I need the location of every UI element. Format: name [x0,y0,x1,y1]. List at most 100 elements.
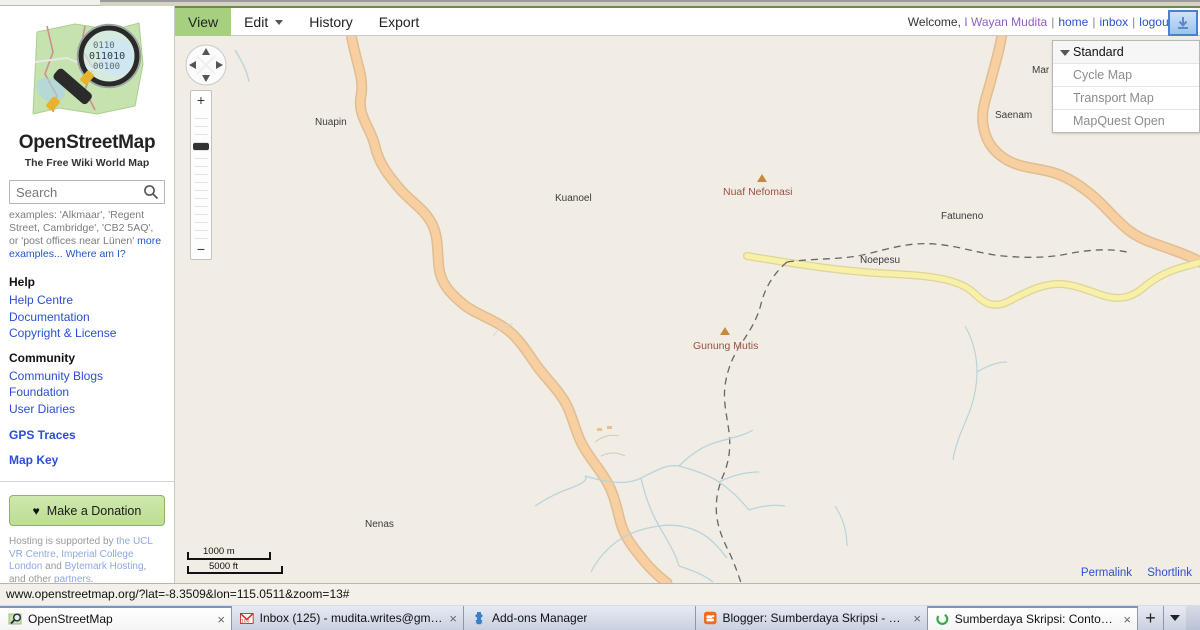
tab-export-label: Export [378,14,420,30]
download-arrow-icon[interactable] [1168,10,1198,36]
map-label-nenas: Nenas [365,519,394,530]
sidebar-nav: Help Help Centre Documentation Copyright… [0,275,174,468]
openstreetmap-magnifier-logo: 0110 011010 00100 [32,22,144,115]
peak-label-nuaf-nefomasi: Nuaf Nefomasi [723,186,793,198]
chrome-seam [100,0,1200,2]
layer-label-mapquest-open: MapQuest Open [1073,114,1165,128]
close-icon[interactable]: × [913,611,921,626]
browser-tab-openstreetmap[interactable]: OpenStreetMap × [0,606,232,630]
tab-history[interactable]: History [296,8,366,36]
zoom-tick [194,223,208,231]
tab-export[interactable]: Export [366,8,432,36]
browser-tab-sumberdaya-skripsi[interactable]: Sumberdaya Skripsi: Contoh peta × [928,606,1138,630]
tab-edit[interactable]: Edit [231,8,296,36]
welcome-text: Welcome, [907,15,961,29]
sidebar-link-documentation[interactable]: Documentation [9,309,165,326]
layer-item-mapquest-open[interactable]: MapQuest Open [1053,110,1199,132]
close-icon[interactable]: × [449,611,457,626]
zoom-slider-handle[interactable] [193,143,209,150]
browser-tab-inbox[interactable]: 100 Inbox (125) - mudita.writes@gmail.c.… [232,606,464,630]
layer-item-standard[interactable]: Standard [1053,41,1199,64]
search-input[interactable] [10,181,164,203]
donate-label: Make a Donation [46,503,142,518]
gmail-favicon: 100 [240,612,254,624]
layer-switcher[interactable]: Standard Cycle Map Transport Map MapQues… [1052,40,1200,133]
layer-label-transport-map: Transport Map [1073,91,1154,105]
main-tabs: View Edit History Export [175,8,432,36]
browser-tab-label: Inbox (125) - mudita.writes@gmail.c... [259,611,444,625]
sidebar-link-foundation[interactable]: Foundation [9,384,165,401]
browser-tab-addons-manager[interactable]: Add-ons Manager [464,606,696,630]
nav-heading-community: Community [9,350,75,365]
shortlink-link[interactable]: Shortlink [1147,567,1192,579]
browser-tab-blogger[interactable]: Blogger: Sumberdaya Skripsi - Edit p... … [696,606,928,630]
browser-tab-bar: OpenStreetMap × 100 Inbox (125) - mudita… [0,605,1200,630]
svg-text:00100: 00100 [93,62,120,72]
hosting-link-bytemark[interactable]: Bytemark Hosting [65,561,144,572]
browser-tab-label: OpenStreetMap [28,612,113,626]
tab-view-label: View [188,14,219,30]
close-icon[interactable]: × [217,612,225,627]
tab-edit-label: Edit [244,14,269,30]
user-name-link[interactable]: I Wayan Mudita [964,15,1047,29]
user-sep-3: | [1132,15,1136,29]
sidebar-link-gps-traces[interactable]: GPS Traces [9,427,165,444]
loading-favicon [936,613,949,625]
sidebar-link-map-key[interactable]: Map Key [9,452,165,469]
openstreetmap-favicon [8,613,22,625]
search-icon[interactable] [142,184,160,202]
make-a-donation-button[interactable]: ♥ Make a Donation [9,495,165,526]
hosting-prefix: Hosting is supported by [9,536,117,547]
sidebar-link-help-centre[interactable]: Help Centre [9,292,165,309]
inbox-link[interactable]: inbox [1099,15,1128,29]
peak-marker-gunung-mutis [720,327,730,335]
zoom-tick [194,119,208,127]
search-hint-text: examples: 'Alkmaar', 'Regent Street, Cam… [9,209,154,247]
layer-item-transport-map[interactable]: Transport Map [1053,87,1199,110]
status-bar: www.openstreetmap.org/?lat=-8.3509&lon=1… [0,583,1200,605]
close-icon[interactable]: × [1123,612,1131,627]
layer-item-cycle-map[interactable]: Cycle Map [1053,64,1199,87]
sidebar-link-user-diaries[interactable]: User Diaries [9,401,165,418]
zoom-in-button[interactable]: + [191,92,211,109]
sidebar-link-copyright-license[interactable]: Copyright & License [9,325,165,342]
zoom-tick [194,135,208,143]
map-label-nuapin: Nuapin [315,117,347,128]
scale-metric: 1000 m [203,546,235,557]
svg-text:100: 100 [241,618,250,624]
svg-text:011010: 011010 [89,51,125,62]
tab-view[interactable]: View [175,8,232,36]
zoom-tick [194,215,208,223]
hosting-credits: Hosting is supported by the UCL VR Centr… [9,536,165,586]
map-label-noepesu: Noepesu [860,255,901,266]
zoom-tick [194,199,208,207]
chevron-down-icon[interactable] [1164,606,1186,630]
map-label-kuanoel: Kuanoel [555,193,592,204]
site-tagline: The Free Wiki World Map [24,157,150,169]
nav-heading-help: Help [9,275,36,289]
sidebar-link-community-blogs[interactable]: Community Blogs [9,368,165,385]
zoom-tick [194,231,208,239]
browser-tab-label: Blogger: Sumberdaya Skripsi - Edit p... [722,611,908,625]
home-link[interactable]: home [1058,15,1088,29]
browser-tab-label: Add-ons Manager [492,611,588,625]
pan-compass-icon[interactable] [185,44,227,86]
zoom-track[interactable] [194,111,208,239]
zoom-out-button[interactable]: − [191,241,211,258]
logo-wrap: 0110 011010 00100 [0,6,174,126]
chevron-down-icon [275,19,284,25]
layer-label-cycle-map: Cycle Map [1073,68,1133,82]
user-sep-2: | [1092,15,1096,29]
search-box[interactable] [9,180,165,204]
new-tab-button[interactable]: + [1138,606,1164,630]
status-bar-url: www.openstreetmap.org/?lat=-8.3509&lon=1… [6,587,350,601]
sidebar: 0110 011010 00100 OpenStreetMap The Free… [0,6,175,586]
where-am-i-link[interactable]: Where am I? [66,248,126,260]
permalink-link[interactable]: Permalink [1081,567,1132,579]
zoom-slider[interactable]: + − [190,90,212,260]
hosting-mid-2: and [42,561,65,572]
map-canvas[interactable]: Nuapin Kuanoel Fatuneno Saenam Mar Noepe… [175,36,1200,583]
peak-marker-nuaf-nefomasi [757,174,767,182]
user-area: Welcome, I Wayan Mudita | home | inbox |… [908,8,1192,36]
scale-imperial: 5000 ft [209,561,239,572]
